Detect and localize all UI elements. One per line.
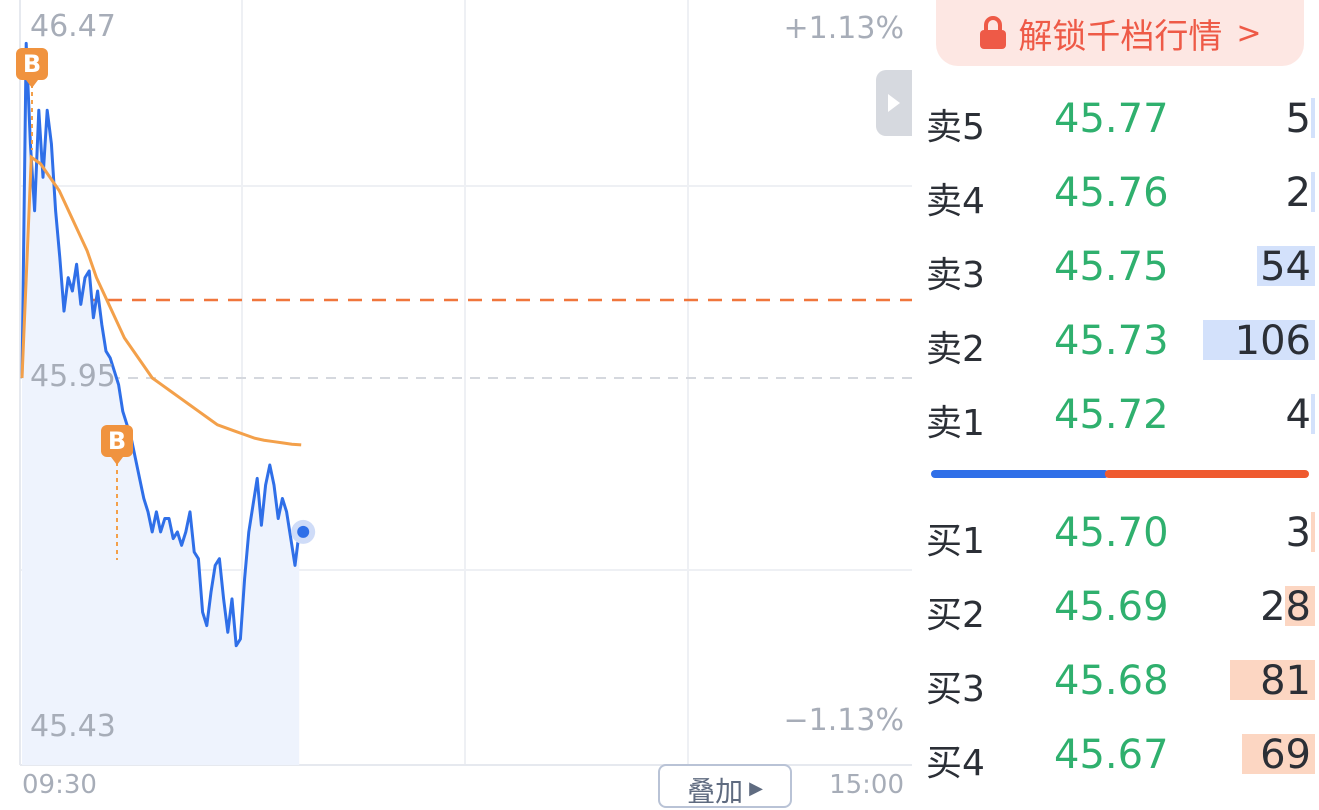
volume-bar — [1311, 98, 1315, 138]
book-level-label: 卖5 — [926, 107, 985, 148]
unlock-depth-button[interactable]: 解锁千档行情 > — [936, 0, 1304, 66]
book-price: 45.70 — [1054, 510, 1169, 556]
price-chart-canvas — [19, 0, 912, 766]
book-volume: 3 — [1285, 510, 1311, 556]
time-start-label: 09:30 — [22, 770, 97, 800]
book-level-label: 买4 — [926, 743, 985, 784]
book-level-label: 卖4 — [926, 181, 985, 222]
book-volume: 54 — [1260, 244, 1311, 290]
volume-bar — [1311, 394, 1315, 434]
price-area — [22, 43, 300, 765]
book-volume: 106 — [1234, 318, 1311, 364]
price-low-label: 45.43 — [30, 709, 116, 744]
pct-low-label: −1.13% — [783, 703, 904, 738]
book-level-label: 买3 — [926, 669, 985, 710]
book-volume: 2 — [1285, 170, 1311, 216]
bid-row[interactable]: 买3 45.68 81 — [912, 654, 1319, 714]
buy-marker[interactable]: B — [101, 425, 133, 465]
play-arrow-icon — [888, 94, 900, 112]
book-volume: 81 — [1260, 658, 1311, 704]
book-price: 45.69 — [1054, 584, 1169, 630]
book-level-label: 卖1 — [926, 403, 985, 444]
ask-row[interactable]: 卖2 45.73 106 — [912, 314, 1319, 374]
book-price: 45.76 — [1054, 170, 1169, 216]
price-high-label: 46.47 — [30, 9, 116, 44]
overlay-button[interactable]: 叠加 ▶ — [658, 764, 792, 808]
buy-marker[interactable]: B — [16, 48, 48, 88]
intraday-chart[interactable]: 46.47 45.95 45.43 +1.13% −1.13% 09:30 15… — [0, 0, 912, 808]
book-level-label: 买1 — [926, 521, 985, 562]
play-arrow-icon: ▶ — [749, 778, 763, 799]
book-volume: 69 — [1260, 732, 1311, 778]
book-price: 45.67 — [1054, 732, 1169, 778]
volume-bar — [1311, 512, 1315, 552]
bid-row[interactable]: 买2 45.69 28 — [912, 580, 1319, 640]
book-price: 45.72 — [1054, 392, 1169, 438]
book-price: 45.75 — [1054, 244, 1169, 290]
time-end-label: 15:00 — [829, 770, 904, 800]
book-volume: 4 — [1285, 392, 1311, 438]
book-price: 45.77 — [1054, 96, 1169, 142]
bid-row[interactable]: 买4 45.67 69 — [912, 728, 1319, 788]
unlock-depth-label: 解锁千档行情 — [1018, 16, 1223, 57]
bid-row[interactable]: 买1 45.70 3 — [912, 506, 1319, 566]
overlay-button-label: 叠加 — [687, 775, 744, 808]
chevron-right-icon: > — [1236, 15, 1262, 51]
lock-icon — [980, 16, 1007, 49]
book-price: 45.68 — [1054, 658, 1169, 704]
book-level-label: 卖3 — [926, 255, 985, 296]
ask-row[interactable]: 卖3 45.75 54 — [912, 240, 1319, 300]
buy-marker-label: B — [107, 427, 127, 455]
pct-high-label: +1.13% — [783, 11, 904, 46]
book-volume: 28 — [1260, 584, 1311, 630]
buy-marker-label: B — [22, 50, 42, 78]
order-book-panel: 解锁千档行情 > 卖5 45.77 5 卖4 45.76 2 卖3 45.75 54 卖2 45.7… — [912, 0, 1319, 798]
ask-row[interactable]: 卖5 45.77 5 — [912, 92, 1319, 152]
book-price: 45.73 — [1054, 318, 1169, 364]
book-level-label: 买2 — [926, 595, 985, 636]
buy-sell-ratio-bar — [931, 470, 1309, 478]
price-prev-close-label: 45.95 — [30, 359, 116, 394]
last-price-dot — [297, 525, 310, 538]
book-volume: 5 — [1285, 96, 1311, 142]
volume-bar — [1311, 172, 1315, 212]
ask-row[interactable]: 卖1 45.72 4 — [912, 388, 1319, 448]
ask-row[interactable]: 卖4 45.76 2 — [912, 166, 1319, 226]
book-level-label: 卖2 — [926, 329, 985, 370]
expand-panel-tab[interactable] — [876, 70, 912, 136]
